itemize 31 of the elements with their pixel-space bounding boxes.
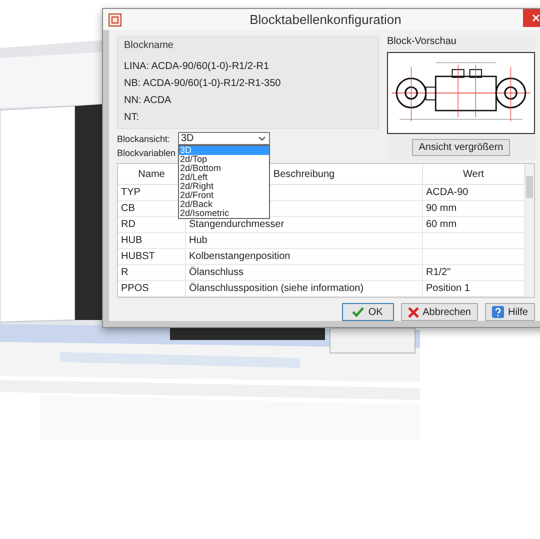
table-cell: HUBST xyxy=(118,249,186,265)
chevron-down-icon xyxy=(258,136,266,141)
table-cell: RD xyxy=(118,217,186,233)
blockname-line: LINA: ACDA-90/60(1-0)-R1/2-R1 xyxy=(124,61,270,72)
block-view-dropdown[interactable]: 3D xyxy=(178,132,270,145)
table-cell: PPOS xyxy=(118,281,186,297)
block-icon xyxy=(108,12,122,26)
checkmark-icon xyxy=(352,307,364,317)
table-cell: Ölanschluss xyxy=(186,265,423,281)
ok-button[interactable]: OK xyxy=(342,303,394,321)
blockname-line: NN: ACDA xyxy=(124,95,172,106)
table-cell: R xyxy=(118,265,186,281)
table-cell: Hub xyxy=(186,233,423,249)
window-title: Blocktabellenkonfiguration xyxy=(248,12,402,27)
variables-label: Blockvariablen xyxy=(117,148,176,158)
blockname-line: NT: xyxy=(124,112,140,123)
table-cell: Ölanschlussposition (siehe information) xyxy=(186,281,423,297)
blockname-line: NB: ACDA-90/60(1-0)-R1/2-R1-350 xyxy=(124,78,282,89)
cancel-button[interactable]: Abbrechen xyxy=(400,303,478,321)
table-cell: Stangendurchmesser xyxy=(186,217,423,233)
scrollbar[interactable] xyxy=(525,164,534,297)
close-icon xyxy=(532,14,540,22)
group-title: Block-Vorschau xyxy=(387,36,456,47)
table-cell: HUB xyxy=(118,233,186,249)
group-title: Blockname xyxy=(124,40,174,51)
block-view-label: Blockansicht: xyxy=(117,134,172,144)
cross-icon xyxy=(408,306,419,318)
help-icon xyxy=(492,306,504,318)
table-cell: Kolbenstangenposition xyxy=(186,249,423,265)
enlarge-view-button[interactable]: Ansicht vergrößern xyxy=(412,139,510,156)
help-button[interactable]: Hilfe xyxy=(484,303,535,321)
